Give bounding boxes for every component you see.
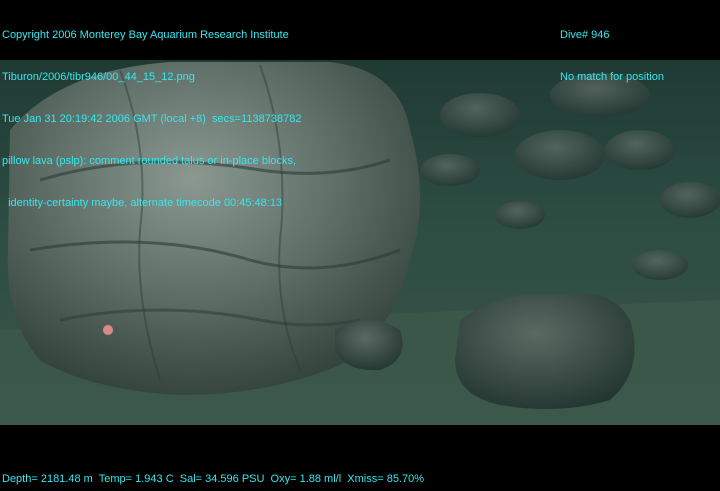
annotation-line-2: identity-certainty maybe, alternate time… [2, 197, 283, 209]
position-status: No match for position [560, 71, 664, 83]
copyright-line: Copyright 2006 Monterey Bay Aquarium Res… [2, 29, 289, 41]
timestamp-line: Tue Jan 31 20:19:42 2006 GMT (local +8) … [2, 113, 302, 125]
annotation-line: pillow lava (pslp): comment rounded talu… [2, 155, 297, 167]
sensor-readout: Depth= 2181.48 m Temp= 1.943 C Sal= 34.5… [2, 473, 425, 485]
image-path-line: Tiburon/2006/tibr946/00_44_15_12.png [2, 71, 195, 83]
metadata-overlay-top-left: Copyright 2006 Monterey Bay Aquarium Res… [2, 0, 301, 224]
sea-anemone [103, 325, 113, 335]
metadata-overlay-top-right: Dive# 946 No match for position [560, 0, 664, 98]
dive-number: Dive# 946 [560, 29, 610, 41]
